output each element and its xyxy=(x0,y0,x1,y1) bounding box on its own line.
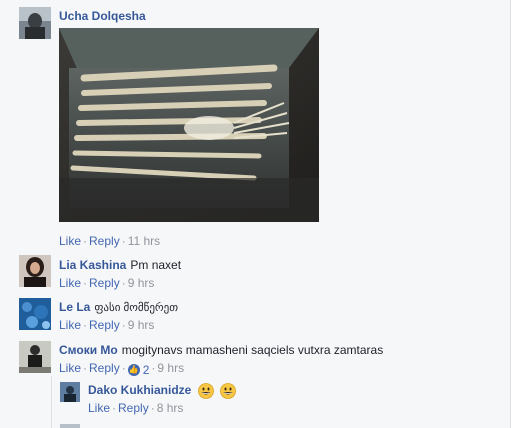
comment-actions: Like · Reply · 9 hrs xyxy=(59,318,154,332)
separator: · xyxy=(83,234,88,248)
reply-thread-line xyxy=(51,376,52,428)
reply-link[interactable]: Reply xyxy=(89,318,120,332)
author-name[interactable]: Dako Kukhianidze xyxy=(88,383,191,397)
like-count-number: 2 xyxy=(142,363,150,377)
comment-photo[interactable] xyxy=(59,28,319,222)
reply-link[interactable]: Reply xyxy=(89,276,120,290)
reply-actions: Like · Reply · 8 hrs xyxy=(88,401,183,415)
avatar-photo xyxy=(60,382,80,402)
grinning-face-icon xyxy=(220,383,236,399)
timestamp[interactable]: 9 hrs xyxy=(128,318,155,332)
like-link[interactable]: Like xyxy=(59,276,81,290)
author-name[interactable]: Lia Kashina xyxy=(59,258,126,272)
comment-text: ფასი მომწერეთ xyxy=(94,302,179,314)
separator: · xyxy=(83,361,88,375)
separator: · xyxy=(83,318,88,332)
comment-author[interactable]: Ucha Dolqesha xyxy=(59,9,146,23)
timestamp[interactable]: 9 hrs xyxy=(128,276,155,290)
timestamp[interactable]: 11 hrs xyxy=(128,234,160,248)
timestamp[interactable]: 8 hrs xyxy=(157,401,184,415)
separator: · xyxy=(83,276,88,290)
comment-actions: Like · Reply · 👍 2 · 9 hrs xyxy=(59,361,184,377)
grinning-face-icon xyxy=(197,383,214,399)
avatar-photo xyxy=(19,7,51,39)
separator: · xyxy=(112,401,117,415)
reply-link[interactable]: Reply xyxy=(89,234,120,248)
comment-actions: Like · Reply · 11 hrs xyxy=(59,234,160,248)
avatar-photo xyxy=(19,298,51,330)
separator: · xyxy=(151,361,156,375)
reply-link[interactable]: Reply xyxy=(118,401,149,415)
avatar[interactable] xyxy=(19,298,51,330)
avatar[interactable] xyxy=(60,424,80,428)
author-name[interactable]: Смоки Мо xyxy=(59,343,118,357)
avatar-photo xyxy=(19,255,51,287)
separator: · xyxy=(150,401,155,415)
separator: · xyxy=(121,276,126,290)
thumbs-up-icon: 👍 xyxy=(127,364,140,376)
comment-author: Le La ფასი მომწერეთ xyxy=(59,300,178,314)
avatar[interactable] xyxy=(19,341,51,373)
reply-author: Dako Kukhianidze xyxy=(88,383,236,399)
avatar[interactable] xyxy=(19,7,51,39)
timestamp[interactable]: 9 hrs xyxy=(157,361,184,375)
separator: · xyxy=(121,234,126,248)
like-link[interactable]: Like xyxy=(59,234,81,248)
author-name[interactable]: Le La xyxy=(59,300,90,314)
like-link[interactable]: Like xyxy=(88,401,110,415)
like-count[interactable]: 👍 2 xyxy=(127,363,150,377)
comment-text: mogitynavs mamasheni saqciels vutxra zam… xyxy=(121,343,384,357)
comment-author: Смоки Мо mogitynavs mamasheni saqciels vu… xyxy=(59,343,383,357)
avatar[interactable] xyxy=(60,382,80,402)
comment-actions: Like · Reply · 9 hrs xyxy=(59,276,154,290)
separator: · xyxy=(121,361,126,375)
like-link[interactable]: Like xyxy=(59,361,81,375)
reply-link[interactable]: Reply xyxy=(89,361,120,375)
separator: · xyxy=(121,318,126,332)
avatar[interactable] xyxy=(19,255,51,287)
comment-text: Pm naxet xyxy=(130,258,182,272)
avatar-photo xyxy=(19,341,51,373)
like-link[interactable]: Like xyxy=(59,318,81,332)
comment-author: Lia Kashina Pm naxet xyxy=(59,258,181,272)
